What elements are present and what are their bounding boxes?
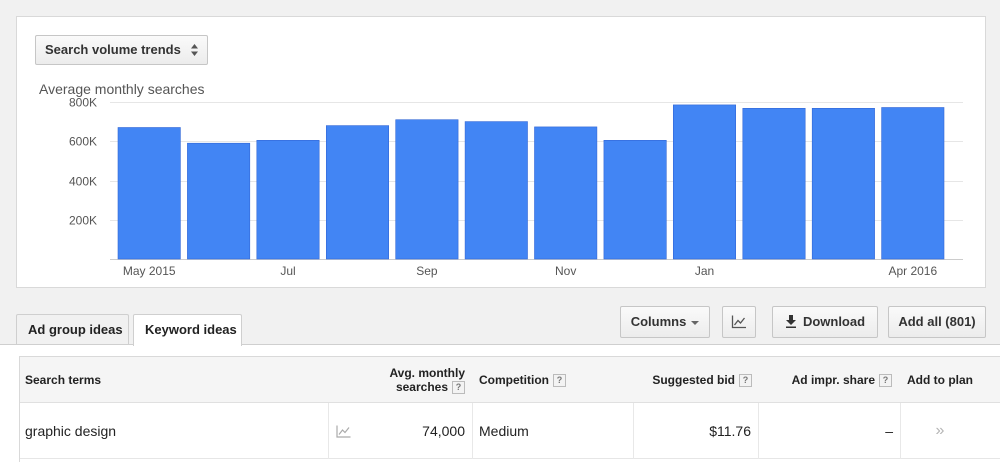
y-tick-label: 600K [69, 135, 97, 149]
chart-bar [395, 119, 459, 260]
download-button[interactable]: Download [772, 306, 878, 338]
divider [758, 403, 759, 459]
avg-monthly-searches-value: 74,000 [422, 423, 465, 439]
keyword-term[interactable]: graphic design [25, 403, 325, 459]
x-tick-label: Nov [555, 264, 576, 278]
header-competition[interactable]: Competition? [479, 357, 639, 403]
chart-bar [672, 104, 736, 260]
header-suggested-bid[interactable]: Suggested bid? [640, 357, 752, 403]
header-avg-monthly-searches[interactable]: Avg. monthly searches? [330, 357, 465, 403]
columns-button[interactable]: Columns [620, 306, 710, 338]
y-tick-label: 200K [69, 214, 97, 228]
search-volume-chart-panel: Search volume trends Average monthly sea… [16, 16, 986, 288]
columns-label: Columns [630, 314, 687, 329]
x-tick-label: Apr 2016 [888, 264, 937, 278]
header-competition-label: Competition [479, 373, 549, 387]
suggested-bid-value: $11.76 [709, 423, 751, 439]
chart-bar [534, 126, 598, 260]
table-row: graphic design 74,000 Medium $11.76 – » [20, 403, 1000, 459]
ad-impr-share-value: – [885, 423, 893, 439]
help-icon[interactable]: ? [739, 373, 752, 387]
line-chart-icon [731, 315, 746, 329]
divider [633, 403, 634, 459]
x-tick-label: Jul [280, 264, 295, 278]
header-ad-impr-share[interactable]: Ad impr. share? [760, 357, 892, 403]
help-icon[interactable]: ? [879, 373, 892, 387]
y-tick-label: 400K [69, 175, 97, 189]
x-tick-label: May 2015 [123, 264, 176, 278]
add-to-plan-button[interactable]: » [900, 403, 980, 459]
keyword-ideas-table-area: Search terms Avg. monthly searches? Comp… [0, 344, 1000, 462]
download-label: Download [802, 314, 866, 329]
competition-value: Medium [479, 423, 529, 439]
help-icon[interactable]: ? [452, 381, 465, 395]
line-chart-icon[interactable] [336, 425, 351, 438]
download-icon [785, 315, 796, 328]
chart-bar [881, 107, 945, 260]
chevron-down-icon [691, 320, 700, 325]
table-header-row: Search terms Avg. monthly searches? Comp… [20, 357, 1000, 403]
chart-toggle-button[interactable] [722, 306, 756, 338]
tab-keyword-ideas[interactable]: Keyword ideas [133, 314, 242, 346]
header-suggested-bid-label: Suggested bid [652, 373, 735, 387]
chart-bar [811, 108, 875, 260]
chart-bar [325, 125, 389, 260]
x-tick-label: Sep [416, 264, 438, 278]
divider [328, 403, 329, 459]
header-search-terms-label: Search terms [25, 373, 102, 387]
chart-bar [117, 127, 181, 260]
chart-bar [256, 140, 320, 260]
add-all-button[interactable]: Add all (801) [888, 306, 986, 338]
help-icon[interactable]: ? [553, 373, 566, 387]
header-avg-label-line1: Avg. monthly [389, 365, 465, 380]
header-avg-label-line2: searches [395, 379, 448, 394]
y-tick-label: 800K [69, 96, 97, 110]
tab-ad-group-ideas[interactable]: Ad group ideas [16, 314, 129, 345]
header-add-to-plan: Add to plan [907, 373, 973, 387]
divider [472, 403, 473, 459]
chart-bar [187, 142, 251, 260]
header-search-terms[interactable]: Search terms [25, 357, 325, 403]
chart-bar [464, 121, 528, 260]
average-monthly-searches-bar-chart: 200K 400K 600K 800K May 2015 Jul Sep Nov Jan Apr … [69, 96, 963, 278]
trend-chart-icon-cell[interactable] [336, 403, 356, 459]
header-ad-impr-share-label: Ad impr. share [791, 373, 875, 387]
chart-bar [742, 108, 806, 260]
keyword-ideas-table: Search terms Avg. monthly searches? Comp… [19, 356, 1000, 462]
chart-bar [603, 140, 667, 260]
x-tick-label: Jan [695, 264, 714, 278]
